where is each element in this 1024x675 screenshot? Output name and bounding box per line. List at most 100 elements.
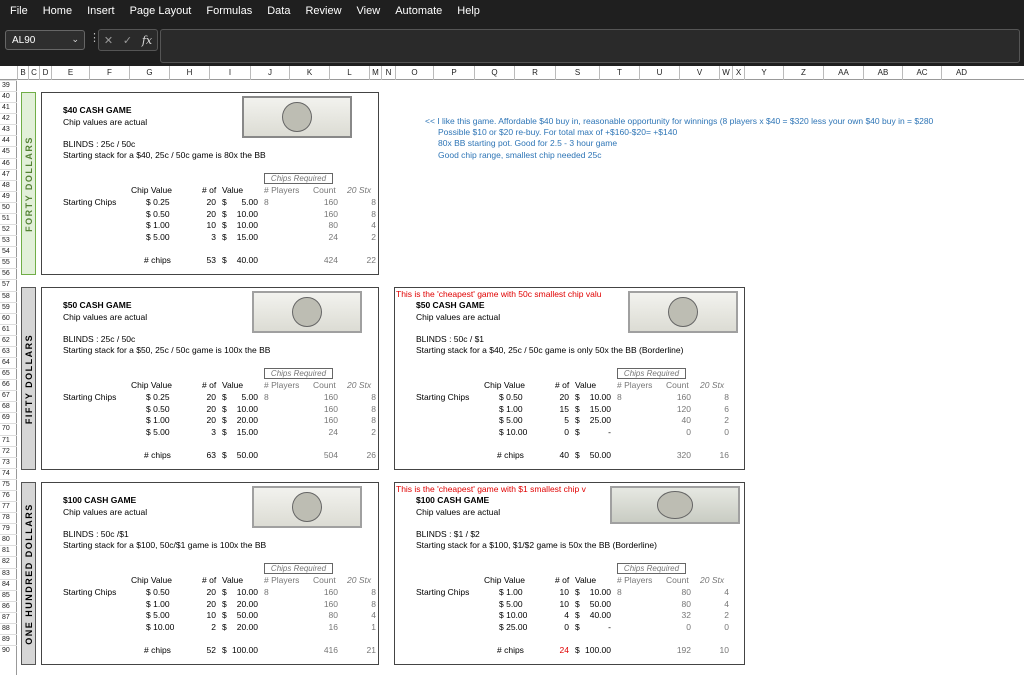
row-header-70[interactable]: 70: [0, 423, 17, 434]
row-header-68[interactable]: 68: [0, 401, 17, 412]
row-header-64[interactable]: 64: [0, 357, 17, 368]
column-header-y[interactable]: Y: [744, 66, 783, 80]
row-header-44[interactable]: 44: [0, 135, 17, 146]
column-header-c[interactable]: C: [28, 66, 39, 80]
row-header-89[interactable]: 89: [0, 634, 17, 645]
insert-function-icon[interactable]: fx: [142, 34, 152, 47]
formula-input[interactable]: [160, 29, 1020, 63]
row-header-82[interactable]: 82: [0, 556, 17, 567]
row-header-90[interactable]: 90: [0, 645, 17, 656]
menu-insert[interactable]: Insert: [87, 5, 115, 17]
row-header-84[interactable]: 84: [0, 578, 17, 590]
row-header-49[interactable]: 49: [0, 190, 17, 202]
row-header-52[interactable]: 52: [0, 224, 17, 235]
row-header-72[interactable]: 72: [0, 445, 17, 457]
column-header-x[interactable]: X: [732, 66, 744, 80]
row-header-41[interactable]: 41: [0, 102, 17, 113]
row-header-87[interactable]: 87: [0, 611, 17, 623]
column-header-d[interactable]: D: [39, 66, 51, 80]
row-header-75[interactable]: 75: [0, 478, 17, 490]
column-header-n[interactable]: N: [381, 66, 395, 80]
column-header-q[interactable]: Q: [474, 66, 514, 80]
row-header-65[interactable]: 65: [0, 368, 17, 379]
chip-quantity-cell: 20: [206, 403, 216, 414]
row-header-88[interactable]: 88: [0, 622, 17, 634]
menu-review[interactable]: Review: [305, 5, 341, 17]
menu-view[interactable]: View: [357, 5, 381, 17]
menu-data[interactable]: Data: [267, 5, 290, 17]
column-header-f[interactable]: F: [89, 66, 129, 80]
name-box[interactable]: AL90 ⌄: [5, 30, 85, 50]
row-header-62[interactable]: 62: [0, 334, 17, 346]
row-header-50[interactable]: 50: [0, 201, 17, 213]
menu-home[interactable]: Home: [43, 5, 72, 17]
column-header-w[interactable]: W: [719, 66, 732, 80]
row-header-47[interactable]: 47: [0, 168, 17, 180]
column-header-r[interactable]: R: [514, 66, 555, 80]
column-header-o[interactable]: O: [395, 66, 433, 80]
menu-formulas[interactable]: Formulas: [206, 5, 252, 17]
column-header-z[interactable]: Z: [783, 66, 823, 80]
row-header-42[interactable]: 42: [0, 113, 17, 124]
menu-page-layout[interactable]: Page Layout: [130, 5, 192, 17]
column-header-ac[interactable]: AC: [902, 66, 941, 80]
column-header-b[interactable]: B: [17, 66, 28, 80]
row-header-71[interactable]: 71: [0, 434, 17, 446]
row-header-43[interactable]: 43: [0, 124, 17, 135]
row-header-73[interactable]: 73: [0, 456, 17, 468]
row-header-54[interactable]: 54: [0, 246, 17, 257]
row-header-85[interactable]: 85: [0, 589, 17, 601]
column-header-u[interactable]: U: [639, 66, 679, 80]
cancel-icon[interactable]: ✕: [104, 34, 113, 47]
menu-automate[interactable]: Automate: [395, 5, 442, 17]
row-header-63[interactable]: 63: [0, 345, 17, 357]
column-header-e[interactable]: E: [51, 66, 89, 80]
row-header-58[interactable]: 58: [0, 290, 17, 302]
column-header-h[interactable]: H: [169, 66, 209, 80]
column-header-v[interactable]: V: [679, 66, 719, 80]
column-header-k[interactable]: K: [289, 66, 329, 80]
menu-file[interactable]: File: [10, 5, 28, 17]
row-header-77[interactable]: 77: [0, 501, 17, 512]
row-header-81[interactable]: 81: [0, 545, 17, 556]
row-header-46[interactable]: 46: [0, 157, 17, 169]
row-header-74[interactable]: 74: [0, 467, 17, 479]
row-header-66[interactable]: 66: [0, 379, 17, 390]
column-header-i[interactable]: I: [209, 66, 250, 80]
row-header-86[interactable]: 86: [0, 600, 17, 612]
currency-symbol: $: [222, 587, 227, 597]
row-header-51[interactable]: 51: [0, 212, 17, 224]
column-header-ad[interactable]: AD: [941, 66, 981, 80]
row-header-78[interactable]: 78: [0, 512, 17, 523]
row-header-56[interactable]: 56: [0, 268, 17, 279]
row-header-55[interactable]: 55: [0, 257, 17, 268]
column-header-t[interactable]: T: [599, 66, 639, 80]
row-header-60[interactable]: 60: [0, 312, 17, 324]
confirm-icon[interactable]: ✓: [123, 34, 132, 47]
column-header-g[interactable]: G: [129, 66, 169, 80]
row-header-57[interactable]: 57: [0, 279, 17, 290]
column-header-s[interactable]: S: [555, 66, 599, 80]
row-header-61[interactable]: 61: [0, 323, 17, 335]
row-header-76[interactable]: 76: [0, 489, 17, 501]
row-header-53[interactable]: 53: [0, 235, 17, 246]
row-header-79[interactable]: 79: [0, 523, 17, 534]
row-header-59[interactable]: 59: [0, 301, 17, 313]
row-header-39[interactable]: 39: [0, 80, 17, 91]
row-header-45[interactable]: 45: [0, 146, 17, 157]
menu-help[interactable]: Help: [457, 5, 480, 17]
column-header-ab[interactable]: AB: [863, 66, 902, 80]
row-header-67[interactable]: 67: [0, 390, 17, 401]
row-header-40[interactable]: 40: [0, 91, 17, 102]
chevron-down-icon[interactable]: ⌄: [71, 34, 79, 45]
row-header-48[interactable]: 48: [0, 179, 17, 191]
column-header-l[interactable]: L: [329, 66, 369, 80]
column-header-m[interactable]: M: [369, 66, 381, 80]
row-header-80[interactable]: 80: [0, 534, 17, 545]
row-header-69[interactable]: 69: [0, 412, 17, 423]
column-header-aa[interactable]: AA: [823, 66, 863, 80]
column-header-j[interactable]: J: [250, 66, 289, 80]
header-chip-value: Chip Value: [484, 380, 525, 390]
column-header-p[interactable]: P: [433, 66, 474, 80]
row-header-83[interactable]: 83: [0, 567, 17, 579]
